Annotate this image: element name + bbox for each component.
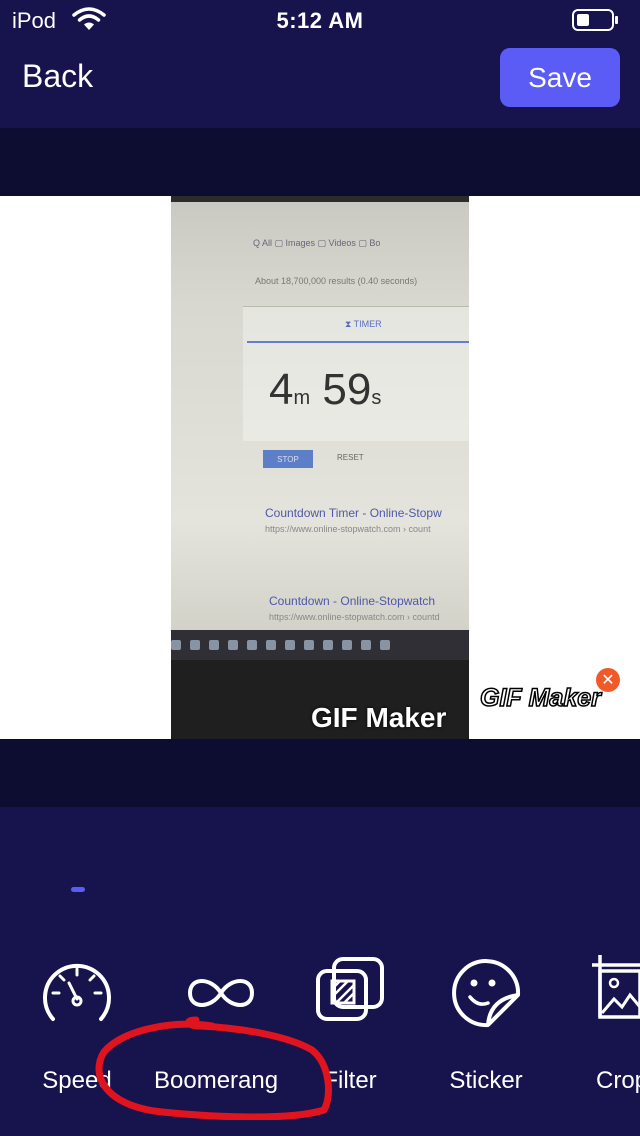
timer-minutes-unit: m bbox=[293, 387, 311, 409]
frame-timer-card: ⧗ TIMER 4m 59s bbox=[243, 306, 469, 441]
tool-filter[interactable]: Filter bbox=[290, 955, 410, 1095]
status-time: 5:12 AM bbox=[276, 8, 364, 33]
back-button[interactable]: Back bbox=[22, 58, 93, 95]
timer-minutes: 4 bbox=[269, 365, 294, 414]
tool-boomerang[interactable]: Boomerang bbox=[154, 955, 279, 1095]
tool-sticker[interactable]: Sticker bbox=[426, 955, 546, 1095]
frame-result-title: Countdown Timer - Online-Stopw bbox=[265, 506, 442, 520]
tool-label: Speed bbox=[42, 1067, 112, 1094]
frame-results-info: About 18,700,000 results (0.40 seconds) bbox=[255, 276, 418, 286]
frame-top-edge bbox=[171, 196, 469, 202]
frame-result-url: https://www.online-stopwatch.com › count… bbox=[269, 612, 440, 622]
frame-timer-underline bbox=[247, 341, 469, 343]
frame-timer-label: ⧗ TIMER bbox=[345, 319, 382, 329]
tool-label: Filter bbox=[323, 1067, 377, 1094]
preview-top-strip bbox=[0, 128, 640, 196]
tools-panel: Speed Boomerang Filter Sticker Cro bbox=[0, 807, 640, 1136]
filter-icon bbox=[316, 957, 384, 1021]
frame-stop-button: STOP bbox=[263, 450, 313, 468]
save-button[interactable]: Save bbox=[500, 48, 620, 107]
frame-timer-display: 4m 59s bbox=[269, 365, 381, 415]
crop-icon bbox=[592, 955, 640, 1019]
timer-seconds-unit: s bbox=[371, 387, 382, 409]
tool-speed[interactable]: Speed bbox=[17, 955, 137, 1095]
frame-reset-button: RESET bbox=[337, 453, 364, 462]
infinity-icon bbox=[187, 979, 255, 1007]
remove-watermark-button[interactable]: ✕ bbox=[596, 668, 620, 692]
speedometer-icon bbox=[43, 963, 111, 1021]
gif-watermark: GIF Maker bbox=[311, 702, 447, 733]
tool-crop[interactable]: Crop bbox=[562, 955, 640, 1095]
page-indicator bbox=[71, 887, 85, 892]
preview-bottom-strip bbox=[0, 739, 640, 807]
timer-seconds: 59 bbox=[322, 365, 372, 414]
close-icon: ✕ bbox=[601, 672, 615, 689]
frame-taskbar bbox=[171, 630, 469, 660]
battery-icon bbox=[572, 9, 618, 31]
status-bar: iPod 5:12 AM bbox=[0, 0, 640, 40]
tool-label: Boomerang bbox=[154, 1067, 279, 1094]
tool-label: Crop bbox=[596, 1067, 640, 1094]
gif-preview-area: Q All ▢ Images ▢ Videos ▢ Bo About 18,70… bbox=[0, 196, 640, 739]
gif-frame: Q All ▢ Images ▢ Videos ▢ Bo About 18,70… bbox=[171, 196, 469, 739]
frame-search-tabs: Q All ▢ Images ▢ Videos ▢ Bo bbox=[253, 238, 381, 248]
frame-result-url: https://www.online-stopwatch.com › count bbox=[265, 524, 431, 534]
frame-result-title: Countdown - Online-Stopwatch bbox=[269, 594, 436, 608]
sticker-icon bbox=[452, 959, 521, 1028]
tool-label: Sticker bbox=[449, 1067, 523, 1094]
watermark-badge[interactable]: GIF Maker bbox=[479, 683, 601, 713]
nav-bar: Back Save bbox=[0, 40, 640, 128]
